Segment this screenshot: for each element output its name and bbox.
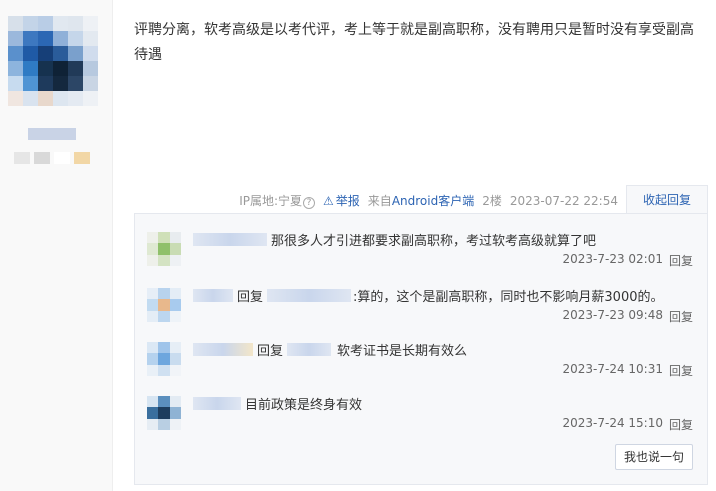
- reply-footer: 2023-7-24 10:31 回复: [562, 362, 693, 379]
- floor-number: 2楼: [482, 194, 502, 208]
- reply-time: 2023-7-24 15:10: [562, 416, 663, 430]
- reply-target-blurred[interactable]: [267, 288, 352, 302]
- client-info: 来自Android客户端: [367, 194, 475, 208]
- reply-text-line: 目前政策是终身有效: [193, 392, 362, 414]
- reply-text-line: 回复 软考证书是长期有效么: [193, 338, 467, 360]
- reply-text: 软考证书是长期有效么: [337, 343, 468, 359]
- post-meta: IP属地:宁夏? ⚠ 举报 来自Android客户端 2楼 2023-07-22 …: [239, 192, 618, 209]
- avatar[interactable]: [147, 396, 181, 430]
- reply-time: 2023-7-23 02:01: [562, 252, 663, 266]
- reply-link[interactable]: 回复: [669, 308, 693, 325]
- reply-footer: 2023-7-23 09:48 回复: [562, 308, 693, 325]
- username-blurred[interactable]: [193, 288, 233, 302]
- post-datetime: 2023-07-22 22:54: [509, 193, 618, 208]
- reply-text: 那很多人才引进都要求副高职称，考过软考高级就算了吧: [271, 233, 597, 249]
- reply-prefix: 回复: [257, 343, 284, 359]
- reply-text: 目前政策是终身有效: [245, 397, 363, 413]
- author-avatar[interactable]: [8, 16, 98, 106]
- reply-link[interactable]: 回复: [669, 362, 693, 379]
- reply-link[interactable]: 回复: [669, 416, 693, 433]
- avatar[interactable]: [147, 232, 181, 266]
- ip-location: IP属地:宁夏?: [239, 192, 316, 209]
- username-blurred[interactable]: [193, 396, 241, 410]
- reply-link[interactable]: 回复: [669, 252, 693, 269]
- reply-footer: 2023-7-24 15:10 回复: [562, 416, 693, 433]
- add-reply-button[interactable]: 我也说一句: [615, 444, 693, 470]
- reply-text-line: 那很多人才引进都要求副高职称，考过软考高级就算了吧: [193, 228, 596, 250]
- reply-target-blurred[interactable]: [287, 342, 332, 356]
- reply-text: :算的，这个是副高职称，同时也不影响月薪3000的。: [353, 289, 664, 305]
- client-link[interactable]: Android客户端: [392, 194, 474, 208]
- reply-list: 那很多人才引进都要求副高职称，考过软考高级就算了吧 2023-7-23 02:0…: [134, 213, 708, 485]
- question-icon[interactable]: ?: [303, 197, 316, 209]
- username-blurred[interactable]: [193, 342, 253, 356]
- avatar[interactable]: [147, 288, 181, 322]
- reply-time: 2023-7-23 09:48: [562, 308, 663, 322]
- reply-time: 2023-7-24 10:31: [562, 362, 663, 376]
- author-sidebar: [0, 0, 113, 491]
- reply-prefix: 回复: [237, 289, 264, 305]
- author-name-blurred[interactable]: [28, 128, 76, 140]
- warning-icon: ⚠: [323, 193, 334, 208]
- username-blurred[interactable]: [193, 232, 267, 246]
- reply-footer: 2023-7-23 02:01 回复: [562, 252, 693, 269]
- collapse-replies-button[interactable]: 收起回复: [626, 185, 708, 214]
- post-content: 评聘分离，软考高级是以考代评，考上等于就是副高职称，没有聘用只是暂时没有享受副高…: [134, 22, 694, 63]
- avatar[interactable]: [147, 342, 181, 376]
- reply-text-line: 回复 :算的，这个是副高职称，同时也不影响月薪3000的。: [193, 284, 663, 306]
- report-button[interactable]: ⚠ 举报: [323, 192, 360, 209]
- author-badges-blurred: [14, 152, 90, 164]
